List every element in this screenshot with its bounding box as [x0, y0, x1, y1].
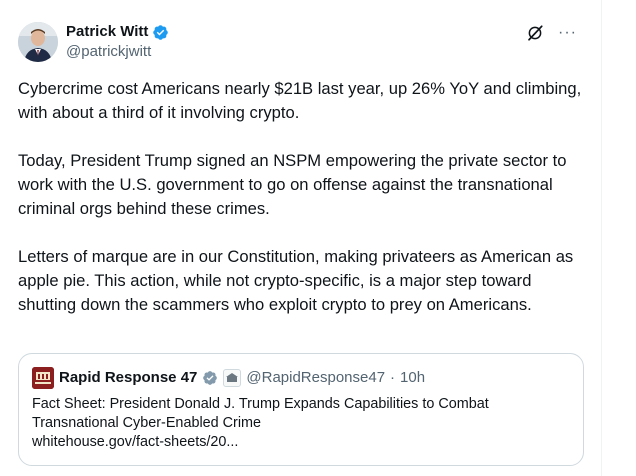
- tweet-paragraph: Cybercrime cost Americans nearly $21B la…: [18, 79, 582, 122]
- author-avatar[interactable]: [18, 22, 58, 62]
- tweet-text: Cybercrime cost Americans nearly $21B la…: [18, 77, 588, 341]
- quoted-timestamp[interactable]: 10h: [400, 369, 425, 387]
- quoted-tweet[interactable]: Rapid Response 47 @RapidResponse47 · 10h…: [18, 353, 584, 466]
- tweet-paragraph: Today, President Trump signed an NSPM em…: [18, 151, 567, 218]
- author-handle[interactable]: @patrickjwitt: [66, 43, 151, 61]
- quoted-link[interactable]: whitehouse.gov/fact-sheets/20...: [32, 433, 572, 452]
- quoted-author-avatar[interactable]: [32, 367, 54, 389]
- author-name[interactable]: Patrick Witt: [66, 23, 148, 41]
- white-house-affiliate-icon: [223, 369, 242, 387]
- grok-icon[interactable]: [526, 24, 544, 42]
- separator-dot: ·: [390, 369, 396, 386]
- tweet-paragraph: Letters of marque are in our Constitutio…: [18, 247, 574, 314]
- more-icon[interactable]: ···: [558, 25, 577, 41]
- quoted-text: Fact Sheet: President Donald J. Trump Ex…: [32, 395, 572, 452]
- quoted-text-line: Transnational Cyber-Enabled Crime: [32, 415, 262, 431]
- tweet-card[interactable]: Patrick Witt @patrickjwitt ··· Cybercrim…: [0, 0, 602, 476]
- right-column-edge: [602, 0, 636, 476]
- verified-badge-icon: [153, 24, 169, 40]
- gray-verified-badge-icon: [203, 371, 218, 385]
- quoted-text-line: Fact Sheet: President Donald J. Trump Ex…: [32, 396, 489, 412]
- quoted-author-handle[interactable]: @RapidResponse47: [246, 369, 385, 387]
- quoted-author-name[interactable]: Rapid Response 47: [59, 369, 197, 387]
